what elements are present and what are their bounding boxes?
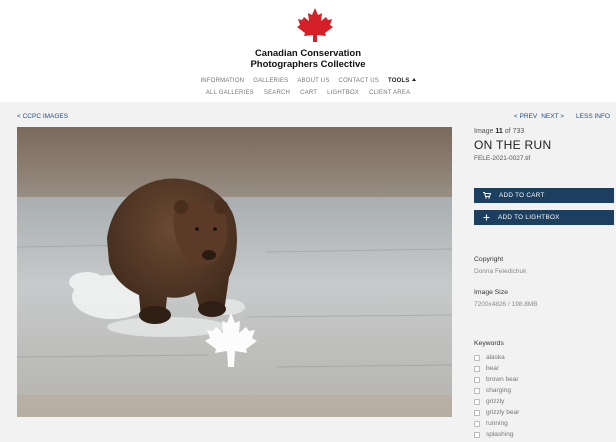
nav-contact-us[interactable]: CONTACT US xyxy=(339,78,379,84)
keyword-label: grizzly bear xyxy=(486,409,520,416)
keyword-checkbox[interactable] xyxy=(474,420,480,427)
keyword-list: alaska bear brown bear charging grizzly … xyxy=(474,352,614,440)
pager-spacer xyxy=(568,113,572,120)
caret-up-icon xyxy=(411,78,416,81)
nav-information[interactable]: INFORMATION xyxy=(200,78,244,84)
keywords-label: Keywords xyxy=(474,340,504,347)
keyword-label: alaska xyxy=(486,354,505,361)
image-counter: Image 11 of 733 xyxy=(474,128,614,135)
keyword-label: charging xyxy=(486,387,511,394)
plus-icon xyxy=(483,214,490,221)
nav-cart[interactable]: CART xyxy=(300,90,317,96)
keyword-item[interactable]: bear xyxy=(474,363,614,374)
keyword-item[interactable]: brown bear xyxy=(474,374,614,385)
brand-line-2: Photographers Collective xyxy=(250,59,366,70)
keyword-label: splashing xyxy=(486,431,514,438)
image-total: of 733 xyxy=(504,128,525,135)
brand-title[interactable]: Canadian Conservation Photographers Coll… xyxy=(0,48,616,70)
image-counter-prefix: Image xyxy=(474,128,494,135)
nav-galleries[interactable]: GALLERIES xyxy=(253,78,288,84)
image-filename: FELE-2021-0027.tif xyxy=(474,155,531,162)
nav-tools[interactable]: TOOLS xyxy=(388,78,416,84)
keyword-item[interactable]: grizzly xyxy=(474,396,614,407)
add-to-cart-label: ADD TO CART xyxy=(499,192,545,199)
copyright-value: Donna Feledichuk xyxy=(474,268,527,275)
image-title: ON THE RUN xyxy=(474,138,552,152)
maple-leaf-logo-icon[interactable] xyxy=(295,7,335,43)
nav-client-area[interactable]: CLIENT AREA xyxy=(369,90,410,96)
prev-link[interactable]: < PREV xyxy=(514,113,537,120)
tools-subnav: ALL GALLERIES SEARCH CART LIGHTBOX CLIEN… xyxy=(0,90,616,96)
image-size-label: Image Size xyxy=(474,289,509,296)
next-link[interactable]: NEXT > xyxy=(541,113,564,120)
keyword-checkbox[interactable] xyxy=(474,387,480,394)
keyword-item[interactable]: alaska xyxy=(474,352,614,363)
keyword-label: bear xyxy=(486,365,500,372)
add-to-lightbox-label: ADD TO LIGHTBOX xyxy=(498,214,560,221)
nav-lightbox[interactable]: LIGHTBOX xyxy=(327,90,359,96)
keyword-checkbox[interactable] xyxy=(474,398,480,405)
keyword-label: running xyxy=(486,420,508,427)
keyword-checkbox[interactable] xyxy=(474,354,480,361)
image-pager: < PREV NEXT > LESS INFO xyxy=(514,113,610,120)
cart-icon xyxy=(483,192,491,199)
nav-all-galleries[interactable]: ALL GALLERIES xyxy=(206,90,254,96)
nav-tools-label: TOOLS xyxy=(387,78,410,84)
keyword-label: brown bear xyxy=(486,376,519,383)
add-to-lightbox-button[interactable]: ADD TO LIGHTBOX xyxy=(474,210,614,225)
main-photo[interactable] xyxy=(17,127,452,417)
brand-line-1: Canadian Conservation xyxy=(254,48,362,59)
copyright-label: Copyright xyxy=(474,256,504,263)
bear-photo-image xyxy=(17,127,452,417)
nav-search[interactable]: SEARCH xyxy=(264,90,290,96)
back-to-gallery-link[interactable]: < CCPC IMAGES xyxy=(17,113,68,120)
keyword-checkbox[interactable] xyxy=(474,409,480,416)
keyword-item[interactable]: splashing xyxy=(474,429,614,440)
keyword-checkbox[interactable] xyxy=(474,365,480,372)
keyword-item[interactable]: grizzly bear xyxy=(474,407,614,418)
less-info-link[interactable]: LESS INFO xyxy=(576,113,610,120)
keyword-item[interactable]: charging xyxy=(474,385,614,396)
nav-about-us[interactable]: ABOUT US xyxy=(297,78,329,84)
image-index: 11 xyxy=(495,128,503,135)
keyword-label: grizzly xyxy=(486,398,505,405)
image-size-value: 7200x4826 / 198.8MB xyxy=(474,301,538,308)
image-info-panel: Image 11 of 733 ON THE RUN FELE-2021-002… xyxy=(474,128,614,162)
keyword-item[interactable]: running xyxy=(474,418,614,429)
keyword-checkbox[interactable] xyxy=(474,376,480,383)
add-to-cart-button[interactable]: ADD TO CART xyxy=(474,188,614,203)
main-nav: INFORMATION GALLERIES ABOUT US CONTACT U… xyxy=(0,78,616,84)
site-header: Canadian Conservation Photographers Coll… xyxy=(0,0,616,102)
keyword-checkbox[interactable] xyxy=(474,431,480,438)
